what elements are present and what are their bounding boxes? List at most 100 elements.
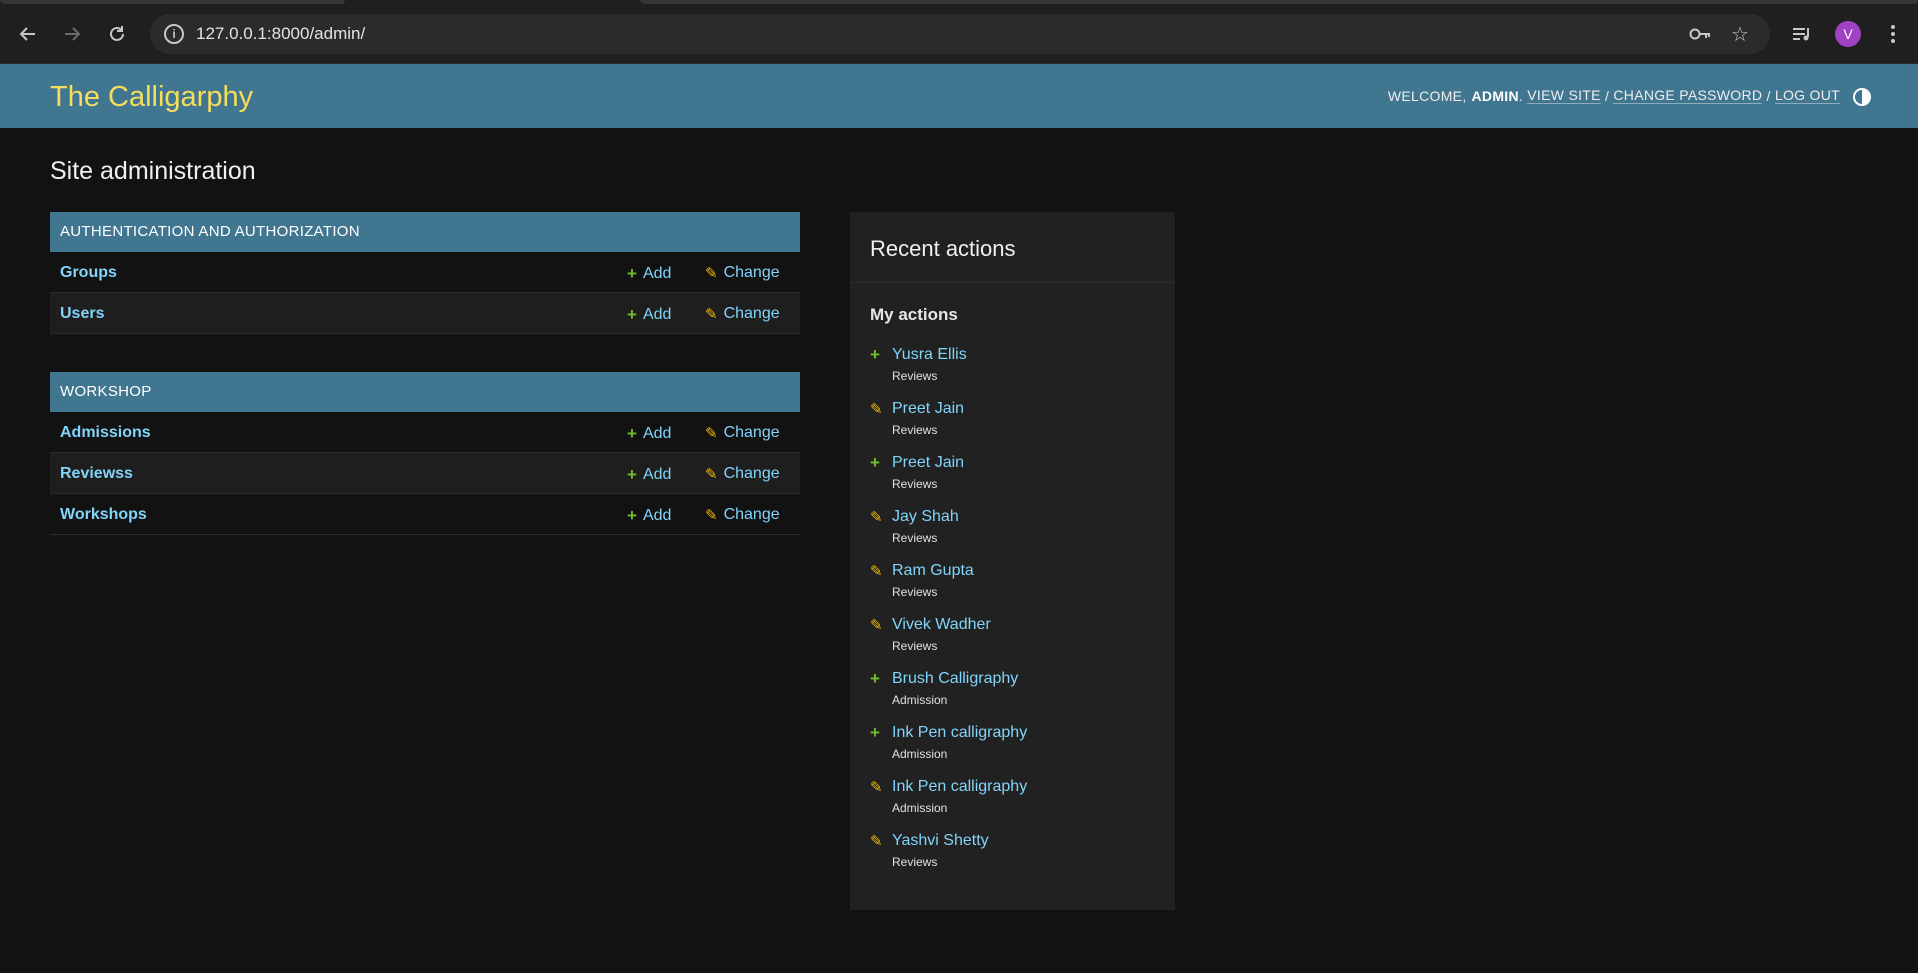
user-tools: WELCOME, ADMIN . VIEW SITE / CHANGE PASS… <box>1388 87 1840 104</box>
period: . <box>1518 87 1528 104</box>
change-label: Change <box>723 264 780 281</box>
theme-toggle-icon[interactable] <box>1853 88 1871 106</box>
plus-icon: + <box>870 453 880 472</box>
action-content-type: Admission <box>892 693 948 707</box>
pencil-icon: ✎ <box>870 779 883 796</box>
site-branding[interactable]: The Calligarphy <box>50 81 253 114</box>
module-caption[interactable]: WORKSHOP <box>50 372 800 412</box>
pencil-icon: ✎ <box>705 306 718 323</box>
change-link[interactable]: ✎ Change <box>705 465 780 483</box>
action-item: ✎ Yashvi Shetty Reviews <box>870 832 1160 886</box>
pencil-icon: ✎ <box>870 509 883 526</box>
pencil-icon: ✎ <box>705 466 718 483</box>
action-item: + Ink Pen calligraphy Admission <box>870 723 1160 778</box>
pencil-icon: ✎ <box>870 563 883 580</box>
add-link[interactable]: + Add <box>627 506 671 526</box>
reload-icon[interactable] <box>102 19 132 49</box>
add-link[interactable]: + Add <box>627 305 671 325</box>
recent-actions-panel: Recent actions My actions + Yusra Ellis Re… <box>850 212 1175 910</box>
action-item: ✎ Jay Shah Reviews <box>870 508 1160 562</box>
kebab-menu-icon[interactable] <box>1878 19 1908 49</box>
separator: / <box>1600 87 1614 104</box>
pencil-icon: ✎ <box>870 833 883 850</box>
add-label: Add <box>642 425 672 442</box>
change-label: Change <box>723 506 780 523</box>
app-module-auth: AUTHENTICATION AND AUTHORIZATION Groups … <box>50 212 800 334</box>
tab-strip-edge <box>640 0 1918 4</box>
divider <box>850 282 1175 283</box>
tab-strip-edge <box>0 0 345 4</box>
add-link[interactable]: + Add <box>627 424 671 444</box>
action-object-link[interactable]: Yashvi Shetty <box>892 832 989 850</box>
action-content-type: Reviews <box>892 477 938 491</box>
action-content-type: Reviews <box>892 585 938 599</box>
profile-avatar[interactable]: V <box>1835 21 1861 47</box>
model-row-workshops: Workshops + Add ✎ Change <box>50 494 800 535</box>
log-out-link[interactable]: LOG OUT <box>1774 87 1840 104</box>
change-password-link[interactable]: CHANGE PASSWORD <box>1613 87 1763 104</box>
plus-icon: + <box>627 465 637 484</box>
model-link[interactable]: Groups <box>60 264 117 282</box>
add-label: Add <box>642 507 672 524</box>
change-label: Change <box>723 305 780 322</box>
change-link[interactable]: ✎ Change <box>705 264 780 282</box>
key-icon[interactable] <box>1688 22 1712 46</box>
model-link[interactable]: Admissions <box>60 424 151 442</box>
separator: / <box>1762 87 1775 104</box>
action-content-type: Reviews <box>892 423 938 437</box>
site-info-icon[interactable]: i <box>164 24 184 44</box>
pencil-icon: ✎ <box>705 425 718 442</box>
action-object-link[interactable]: Brush Calligraphy <box>892 670 1018 688</box>
back-arrow-icon[interactable] <box>13 19 43 49</box>
plus-icon: + <box>870 723 880 742</box>
action-object-link[interactable]: Ink Pen calligraphy <box>892 778 1027 796</box>
app-module-workshop: WORKSHOP Admissions + Add ✎ Change Reviews… <box>50 372 800 535</box>
plus-icon: + <box>870 345 880 364</box>
action-object-link[interactable]: Vivek Wadher <box>892 616 991 634</box>
change-label: Change <box>723 424 780 441</box>
star-icon[interactable]: ☆ <box>1728 22 1752 46</box>
address-url[interactable]: 127.0.0.1:8000/admin/ <box>196 24 365 44</box>
add-link[interactable]: + Add <box>627 465 671 485</box>
welcome-text: WELCOME, <box>1387 87 1467 104</box>
action-item: ✎ Ram Gupta Reviews <box>870 562 1160 616</box>
action-object-link[interactable]: Preet Jain <box>892 454 964 472</box>
recent-actions-title: Recent actions <box>870 236 1016 261</box>
module-caption[interactable]: AUTHENTICATION AND AUTHORIZATION <box>50 212 800 252</box>
model-row-admissions: Admissions + Add ✎ Change <box>50 412 800 453</box>
model-link[interactable]: Users <box>60 305 104 323</box>
action-item: ✎ Vivek Wadher Reviews <box>870 616 1160 670</box>
browser-toolbar: i 127.0.0.1:8000/admin/ ☆ V <box>0 0 1918 64</box>
forward-arrow-icon[interactable] <box>57 19 87 49</box>
action-object-link[interactable]: Yusra Ellis <box>892 346 967 364</box>
add-label: Add <box>642 466 672 483</box>
my-actions-heading: My actions <box>870 305 958 324</box>
model-link[interactable]: Workshops <box>60 506 147 524</box>
pencil-icon: ✎ <box>705 507 718 524</box>
change-link[interactable]: ✎ Change <box>705 305 780 323</box>
action-object-link[interactable]: Ink Pen calligraphy <box>892 724 1027 742</box>
model-row-reviewss: Reviewss + Add ✎ Change <box>50 453 800 494</box>
action-item: + Preet Jain Reviews <box>870 453 1160 508</box>
media-queue-icon[interactable] <box>1787 19 1817 49</box>
action-content-type: Reviews <box>892 855 938 869</box>
action-item: ✎ Ink Pen calligraphy Admission <box>870 778 1160 832</box>
add-label: Add <box>642 265 672 282</box>
view-site-link[interactable]: VIEW SITE <box>1527 87 1601 104</box>
action-list: + Yusra Ellis Reviews ✎ Preet Jain Reviews + Pr… <box>870 345 1160 886</box>
username: ADMIN <box>1471 87 1519 104</box>
change-link[interactable]: ✎ Change <box>705 506 780 524</box>
action-object-link[interactable]: Ram Gupta <box>892 562 974 580</box>
model-row-users: Users + Add ✎ Change <box>50 293 800 334</box>
change-link[interactable]: ✎ Change <box>705 424 780 442</box>
page-title: Site administration <box>50 157 256 185</box>
add-label: Add <box>642 306 672 323</box>
action-object-link[interactable]: Preet Jain <box>892 400 964 418</box>
plus-icon: + <box>627 264 637 283</box>
address-bar[interactable]: i 127.0.0.1:8000/admin/ ☆ <box>150 14 1770 54</box>
action-content-type: Reviews <box>892 369 938 383</box>
action-object-link[interactable]: Jay Shah <box>892 508 959 526</box>
model-link[interactable]: Reviewss <box>60 465 133 483</box>
add-link[interactable]: + Add <box>627 264 671 284</box>
plus-icon: + <box>627 506 637 525</box>
